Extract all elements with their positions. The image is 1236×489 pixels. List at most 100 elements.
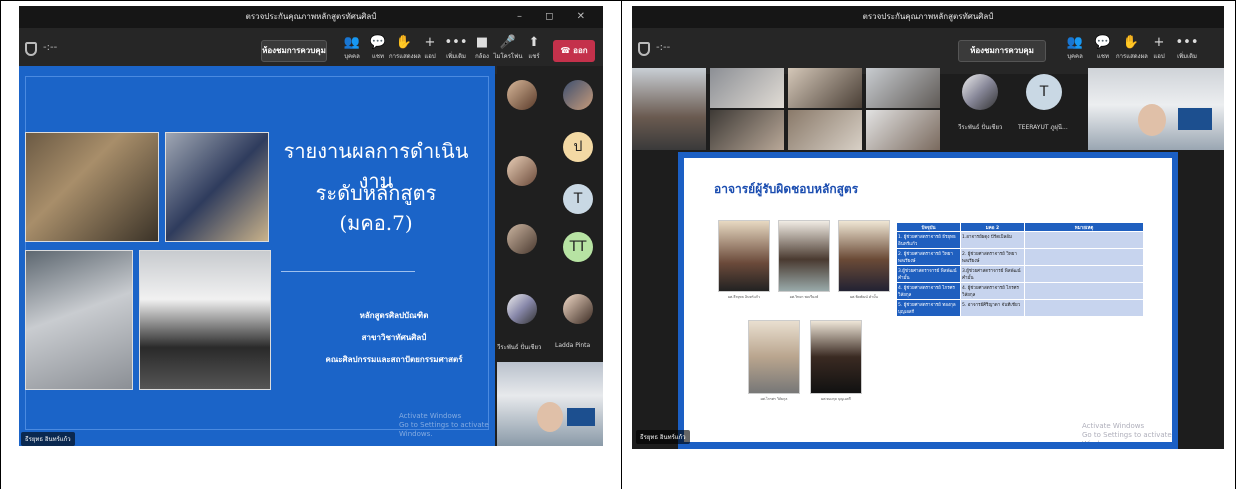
watermark-line1: Activate Windows [1082, 422, 1145, 430]
tool-label: แอป [1153, 53, 1165, 60]
photo-caption: ผศ.ไกรศร วิลัยกุล [760, 397, 788, 401]
phone-icon: ☎ [560, 46, 574, 55]
photo-group [139, 250, 271, 390]
room-button[interactable]: ห้องชมการควบคุม [958, 40, 1046, 62]
table-cell [1024, 231, 1144, 249]
plus-button[interactable]: + แอป [1144, 34, 1174, 68]
participant-initial-1[interactable]: ป [563, 132, 593, 162]
table-cell: 2. ผู้ช่วยศาสตราจารย์ วิทยา พลเรียงษ์ [960, 248, 1025, 266]
participant-initial-2[interactable]: T [563, 184, 593, 214]
activate-windows-watermark: Activate Windows Go to Settings to activ… [1082, 422, 1172, 442]
slide-sub2: สาขาวิชาทัศนศิลป์ [361, 333, 427, 342]
table-border-middle [621, 0, 622, 489]
video-strip: T วีระพันธ์ ปั่นเชียว TEERAYUT ภูผุ่นี..… [632, 68, 1224, 150]
table-cell: 1.อาจารย์ผดุง บีร์ดเบิลอ้ม [960, 231, 1025, 249]
leave-label: ออก [573, 46, 588, 55]
shared-slide: อาจารย์ผู้รับผิดชอบหลักสูตร ผศ.ธีรยุทธ อ… [678, 152, 1178, 449]
window-controls[interactable]: – ◻ ✕ [517, 6, 595, 28]
table-header: หมายเหตุ [1024, 222, 1144, 232]
slide-sub1: หลักสูตรศิลปบัณฑิต [359, 311, 429, 320]
participant-avatar[interactable] [962, 74, 998, 110]
table-border-top [0, 0, 1236, 1]
more-button[interactable]: ••• เพิ่มเติม [1172, 34, 1202, 68]
shield-icon [25, 42, 37, 56]
watermark-line2: Go to Settings to activate Windows. [399, 421, 489, 438]
watermark-line2: Go to Settings to activate Windows. [1082, 431, 1172, 442]
chat-button[interactable]: 💬 แชท [1088, 34, 1118, 68]
leave-button[interactable]: ☎ ออก [553, 40, 595, 62]
table-row: 5. ผู้ช่วยศาสตราจารย์ ทองกุล บุญเอสกี 5. … [896, 299, 1144, 317]
people-icon: 👥 [1066, 35, 1084, 50]
table-row: 2. ผู้ช่วยศาสตราจารย์ วิทยา พลเรียงษ์ 2. … [896, 248, 1144, 266]
lecturer-table: ปัจจุบัน มคอ 2 หมายเหตุ 1. ผู้ช่วยศาสตรา… [896, 222, 1144, 317]
table-row: 3.ผู้ช่วยศาสตราจารย์ พิลพัฒน์ คำมั้น 3.ผู… [896, 265, 1144, 283]
chat-icon: 💬 [1094, 35, 1112, 50]
tool-label: แชร์ [528, 53, 540, 60]
participant-video [788, 68, 862, 108]
self-video [497, 362, 603, 446]
more-icon: ••• [1175, 35, 1199, 50]
participant-video [788, 110, 862, 150]
table-cell: 5. ผู้ช่วยศาสตราจารย์ ทองกุล บุญเอสกี [896, 299, 961, 317]
table-header: มคอ 2 [960, 222, 1025, 232]
watermark-line1: Activate Windows [399, 412, 462, 420]
participant-initial[interactable]: T [1026, 74, 1062, 110]
lecturer-photo [838, 220, 890, 292]
participant-video [632, 68, 706, 150]
table-cell [1024, 265, 1144, 283]
slide-canvas: อาจารย์ผู้รับผิดชอบหลักสูตร ผศ.ธีรยุทธ อ… [684, 158, 1172, 442]
participant-video [710, 110, 784, 150]
participant-avatar[interactable] [507, 80, 537, 110]
participant-avatar[interactable] [563, 294, 593, 324]
table-cell [1024, 299, 1144, 317]
tool-label: แชท [1097, 53, 1109, 60]
room-button[interactable]: ห้องชมการควบคุม [261, 40, 327, 62]
participant-initial-3[interactable]: TT [563, 232, 593, 262]
table-row: 1. ผู้ช่วยศาสตราจารย์ ธีรยุทธ อินทร์แก้ว… [896, 231, 1144, 249]
presenter-name-badge: ธีรยุทธ อินทร์แก้ว [21, 432, 75, 446]
window-titlebar: ตรวจประกันคุณภาพหลักสูตรทัศนศิลป์ [632, 6, 1224, 28]
table-cell: 4. ผู้ช่วยศาสตราจารย์ ไกรศร วิลัยกุล [960, 282, 1025, 300]
window-title: ตรวจประกันคุณภาพหลักสูตรทัศนศิลป์ [862, 12, 994, 21]
window-titlebar: ตรวจประกันคุณภาพหลักสูตรทัศนศิลป์ – ◻ ✕ [19, 6, 603, 28]
slide-title-line2: ระดับหลักสูตร (มคอ.7) [315, 181, 437, 235]
shield-icon [638, 42, 650, 56]
table-header: ปัจจุบัน [896, 222, 961, 232]
participant-name-a: วีระพันธ์ ปั่นเชียว [497, 344, 542, 351]
self-video-person [1138, 104, 1166, 136]
slide-divider [281, 271, 415, 272]
share-button[interactable]: ⬆ แชร์ [519, 34, 549, 68]
participant-avatar[interactable] [507, 224, 537, 254]
document-frame: ตรวจประกันคุณภาพหลักสูตรทัศนศิลป์ – ◻ ✕ … [0, 0, 1236, 489]
photo-caption: ผศ.ธีรยุทธ อินทร์แก้ว [727, 295, 761, 299]
self-video-person [537, 402, 563, 432]
participant-name-a: วีระพันธ์ ปั่นเชียว [958, 124, 1003, 131]
self-video [1088, 68, 1224, 150]
participant-video [866, 68, 940, 108]
participant-video [866, 110, 940, 150]
tool-label: การแสดงผล [1116, 53, 1148, 60]
share-icon: ⬆ [528, 35, 540, 50]
tool-label: เพิ่มเติม [1177, 53, 1197, 60]
left-teams-window: ตรวจประกันคุณภาพหลักสูตรทัศนศิลป์ – ◻ ✕ … [19, 6, 603, 446]
table-cell [1024, 282, 1144, 300]
table-cell: 3.ผู้ช่วยศาสตราจารย์ พิลพัฒน์ คำมั้น [960, 265, 1025, 283]
table-cell: 2. ผู้ช่วยศาสตราจารย์ วิทยา พลเรียงษ์ [896, 248, 961, 266]
participant-video [710, 68, 784, 108]
reactions-icon: ✋ [1122, 35, 1140, 50]
meeting-timer: -:-- [656, 42, 671, 53]
participant-avatar[interactable] [507, 156, 537, 186]
participant-avatar[interactable] [563, 80, 593, 110]
table-cell: 4. ผู้ช่วยศาสตราจารย์ ไกรศร วิลัยกุล [896, 282, 961, 300]
photo-exhibition [165, 132, 269, 242]
table-border-left [0, 0, 1, 489]
table-cell: 3.ผู้ช่วยศาสตราจารย์ พิลพัฒน์ คำมั้น [896, 265, 961, 283]
photo-studio [25, 250, 133, 390]
photo-caption: ผศ.ทองกุล บุญเอสกี [821, 397, 851, 401]
people-button[interactable]: 👥 บุคคล [1060, 34, 1090, 68]
window-title: ตรวจประกันคุณภาพหลักสูตรทัศนศิลป์ [245, 12, 377, 21]
lecturer-photo [810, 320, 862, 394]
participant-avatar[interactable] [507, 294, 537, 324]
reactions-button[interactable]: ✋ การแสดงผล [1116, 34, 1148, 68]
participant-gallery: ป T TT วีระพันธ์ ปั่นเชียว Ladda Pinta [497, 66, 603, 446]
